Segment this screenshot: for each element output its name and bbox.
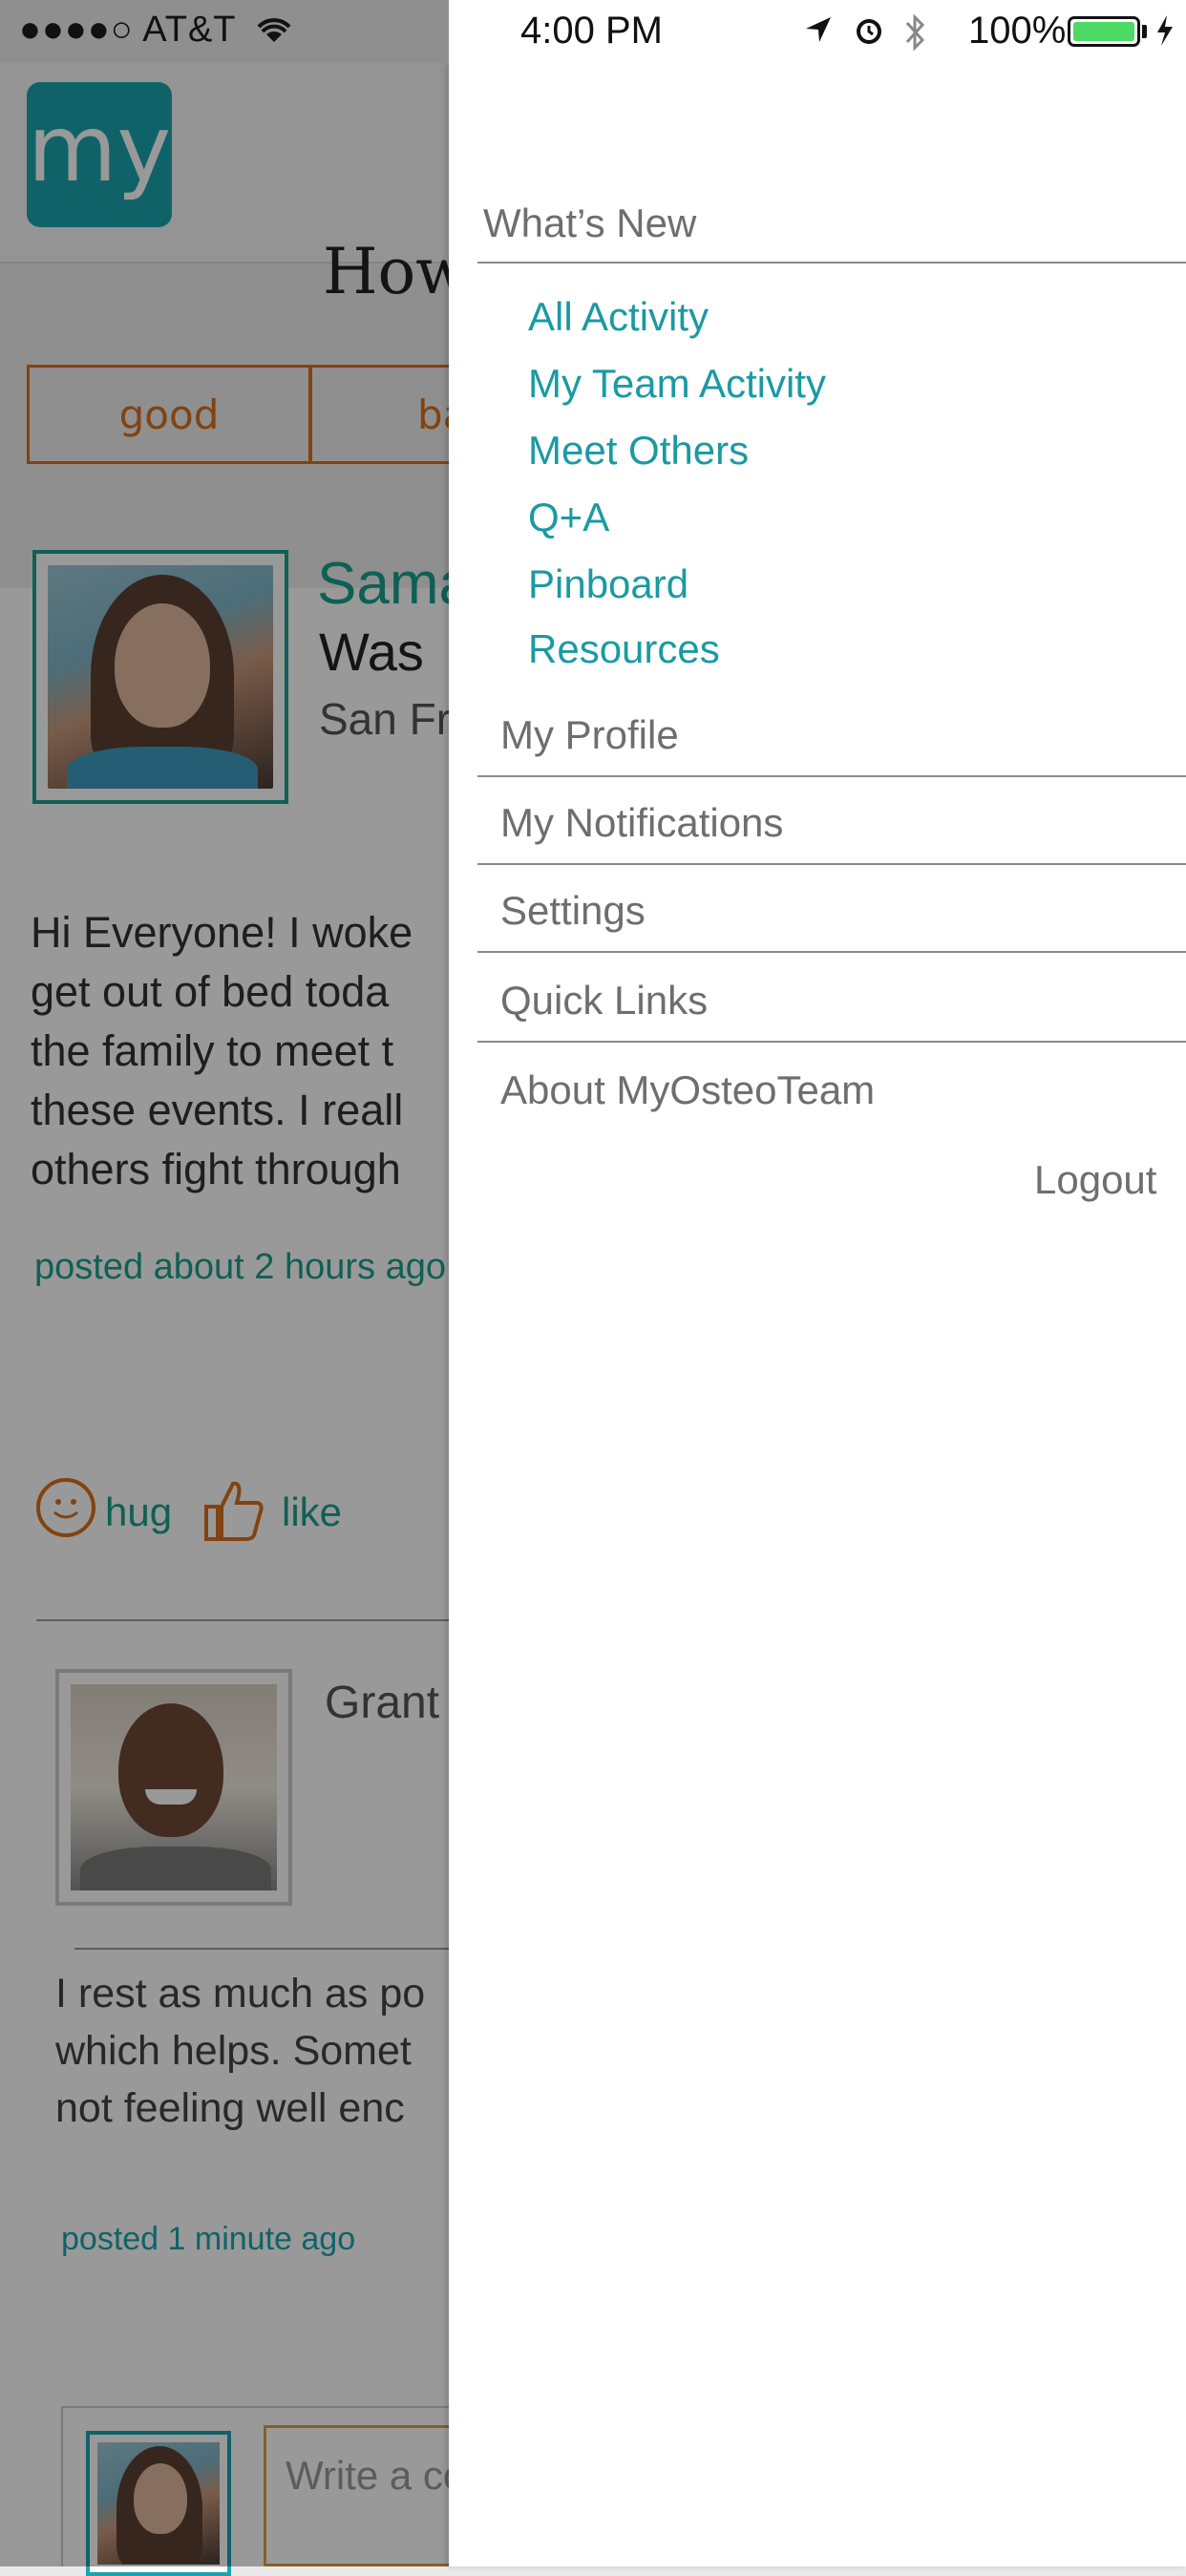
menu-item-q-and-a[interactable]: Q+A <box>528 495 609 540</box>
status-bar: ●●●●○ AT&T 4:00 PM 100% <box>0 0 1186 63</box>
drawer-overlay[interactable] <box>0 63 449 2566</box>
battery-icon <box>1068 16 1140 47</box>
menu-item-resources[interactable]: Resources <box>528 626 720 672</box>
logout-button[interactable]: Logout <box>1034 1157 1156 1203</box>
carrier-label: ●●●●○ AT&T <box>19 10 237 50</box>
menu-divider <box>477 1041 1186 1043</box>
battery-percent: 100% <box>968 10 1067 52</box>
menu-divider <box>477 262 1186 264</box>
menu-item-quick-links[interactable]: Quick Links <box>500 978 708 1024</box>
menu-item-meet-others[interactable]: Meet Others <box>528 428 749 474</box>
menu-item-my-profile[interactable]: My Profile <box>500 712 679 758</box>
bluetooth-icon <box>901 13 928 60</box>
charging-bolt-icon <box>1154 13 1176 56</box>
menu-item-all-activity[interactable]: All Activity <box>528 294 709 340</box>
location-arrow-icon <box>802 13 835 54</box>
status-time: 4:00 PM <box>520 10 663 52</box>
menu-divider <box>477 863 1186 865</box>
menu-item-pinboard[interactable]: Pinboard <box>528 561 688 607</box>
menu-item-my-notifications[interactable]: My Notifications <box>500 800 783 846</box>
menu-item-settings[interactable]: Settings <box>500 888 646 934</box>
menu-item-my-team-activity[interactable]: My Team Activity <box>528 361 826 407</box>
menu-item-about[interactable]: About MyOsteoTeam <box>500 1067 875 1113</box>
menu-divider <box>477 775 1186 777</box>
whats-new-header[interactable]: What’s New <box>483 201 696 246</box>
wifi-icon <box>253 13 295 54</box>
menu-divider <box>477 951 1186 953</box>
alarm-clock-icon <box>852 13 886 56</box>
